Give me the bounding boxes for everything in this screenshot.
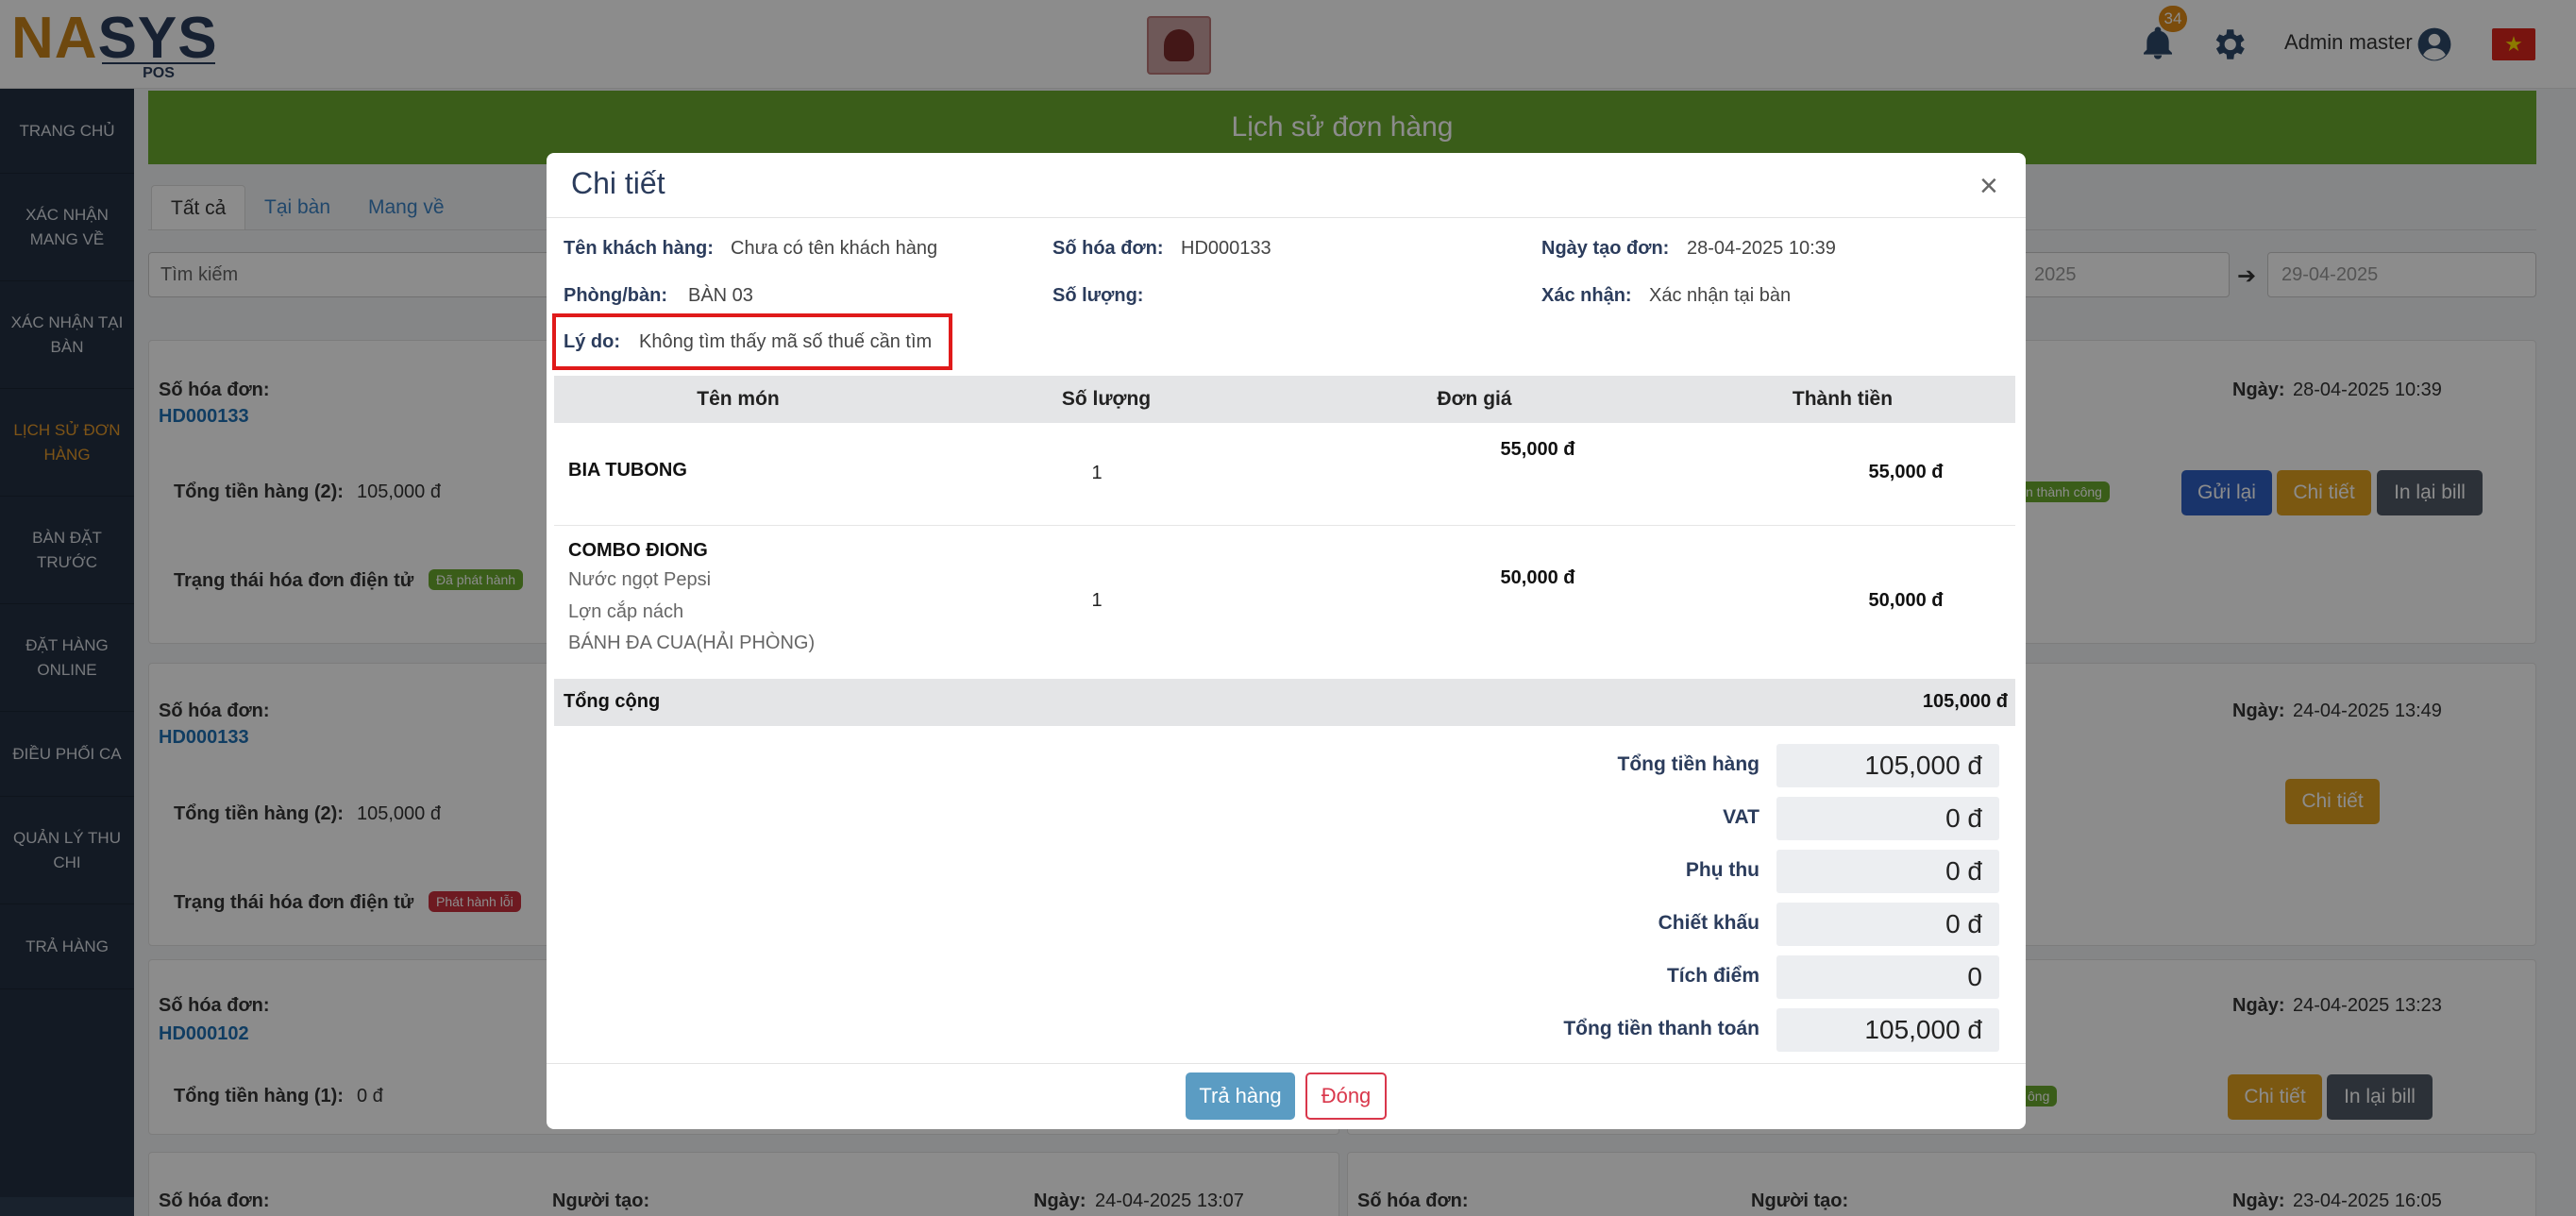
invoice-label: Số hóa đơn: (1052, 238, 1164, 259)
summary-label: Tổng tiền thanh toán (1563, 1018, 1759, 1039)
quantity-label: Số lượng: (1052, 285, 1144, 306)
created-value: 28-04-2025 10:39 (1687, 238, 1836, 259)
reason-value: Không tìm thấy mã số thuế cần tìm (639, 331, 933, 352)
summary-label: Tích điểm (1666, 965, 1759, 987)
summary-value: 0 (1776, 955, 1999, 999)
col-item-name: Tên món (697, 388, 780, 410)
col-amount: Thành tiền (1792, 388, 1894, 410)
close-button[interactable]: Đóng (1305, 1072, 1387, 1120)
summary-value: 0 đ (1776, 903, 1999, 946)
detail-modal: Chi tiết × Tên khách hàng: Chưa có tên k… (547, 153, 2026, 1129)
item-quantity: 1 (1091, 463, 1103, 483)
summary-value: 0 đ (1776, 797, 1999, 840)
reason-label: Lý do: (564, 331, 620, 352)
room-value: BÀN 03 (688, 285, 753, 306)
summary-label: Chiết khấu (1658, 912, 1759, 934)
summary-label: Phụ thu (1685, 859, 1759, 881)
item-amount: 55,000 đ (1868, 462, 1944, 482)
grand-total-row: Tổng cộng 105,000 đ (554, 679, 2015, 726)
modal-divider (547, 217, 2026, 218)
grand-total-label: Tổng cộng (564, 691, 661, 712)
modal-footer-divider (547, 1063, 2026, 1064)
customer-label: Tên khách hàng: (564, 238, 714, 259)
item-quantity: 1 (1091, 590, 1103, 611)
item-sub: BÁNH ĐA CUA(HẢI PHÒNG) (568, 633, 816, 653)
confirm-value: Xác nhận tại bàn (1649, 285, 1792, 306)
summary-value: 105,000 đ (1776, 744, 1999, 787)
item-amount: 50,000 đ (1868, 590, 1944, 611)
customer-value: Chưa có tên khách hàng (731, 238, 938, 259)
summary-label: Tổng tiền hàng (1617, 753, 1759, 775)
items-table-header: Tên món Số lượng Đơn giá Thành tiền (554, 376, 2015, 423)
invoice-value: HD000133 (1181, 238, 1271, 259)
item-name: COMBO ĐIONG (568, 540, 708, 561)
col-quantity: Số lượng (1061, 388, 1152, 410)
room-label: Phòng/bàn: (564, 285, 667, 306)
summary-value: 105,000 đ (1776, 1008, 1999, 1052)
return-button[interactable]: Trả hàng (1186, 1072, 1295, 1120)
created-label: Ngày tạo đơn: (1541, 238, 1670, 259)
summary-value: 0 đ (1776, 850, 1999, 893)
col-unit-price: Đơn giá (1437, 388, 1512, 410)
grand-total-value: 105,000 đ (1922, 691, 2008, 712)
item-price: 55,000 đ (1500, 439, 1575, 460)
row-divider (554, 525, 2015, 526)
item-sub: Nước ngọt Pepsi (568, 569, 712, 590)
summary-label: VAT (1723, 806, 1759, 828)
confirm-label: Xác nhận: (1541, 285, 1632, 306)
close-icon[interactable]: × (1979, 168, 1998, 205)
item-price: 50,000 đ (1500, 567, 1575, 588)
modal-title: Chi tiết (571, 166, 665, 200)
